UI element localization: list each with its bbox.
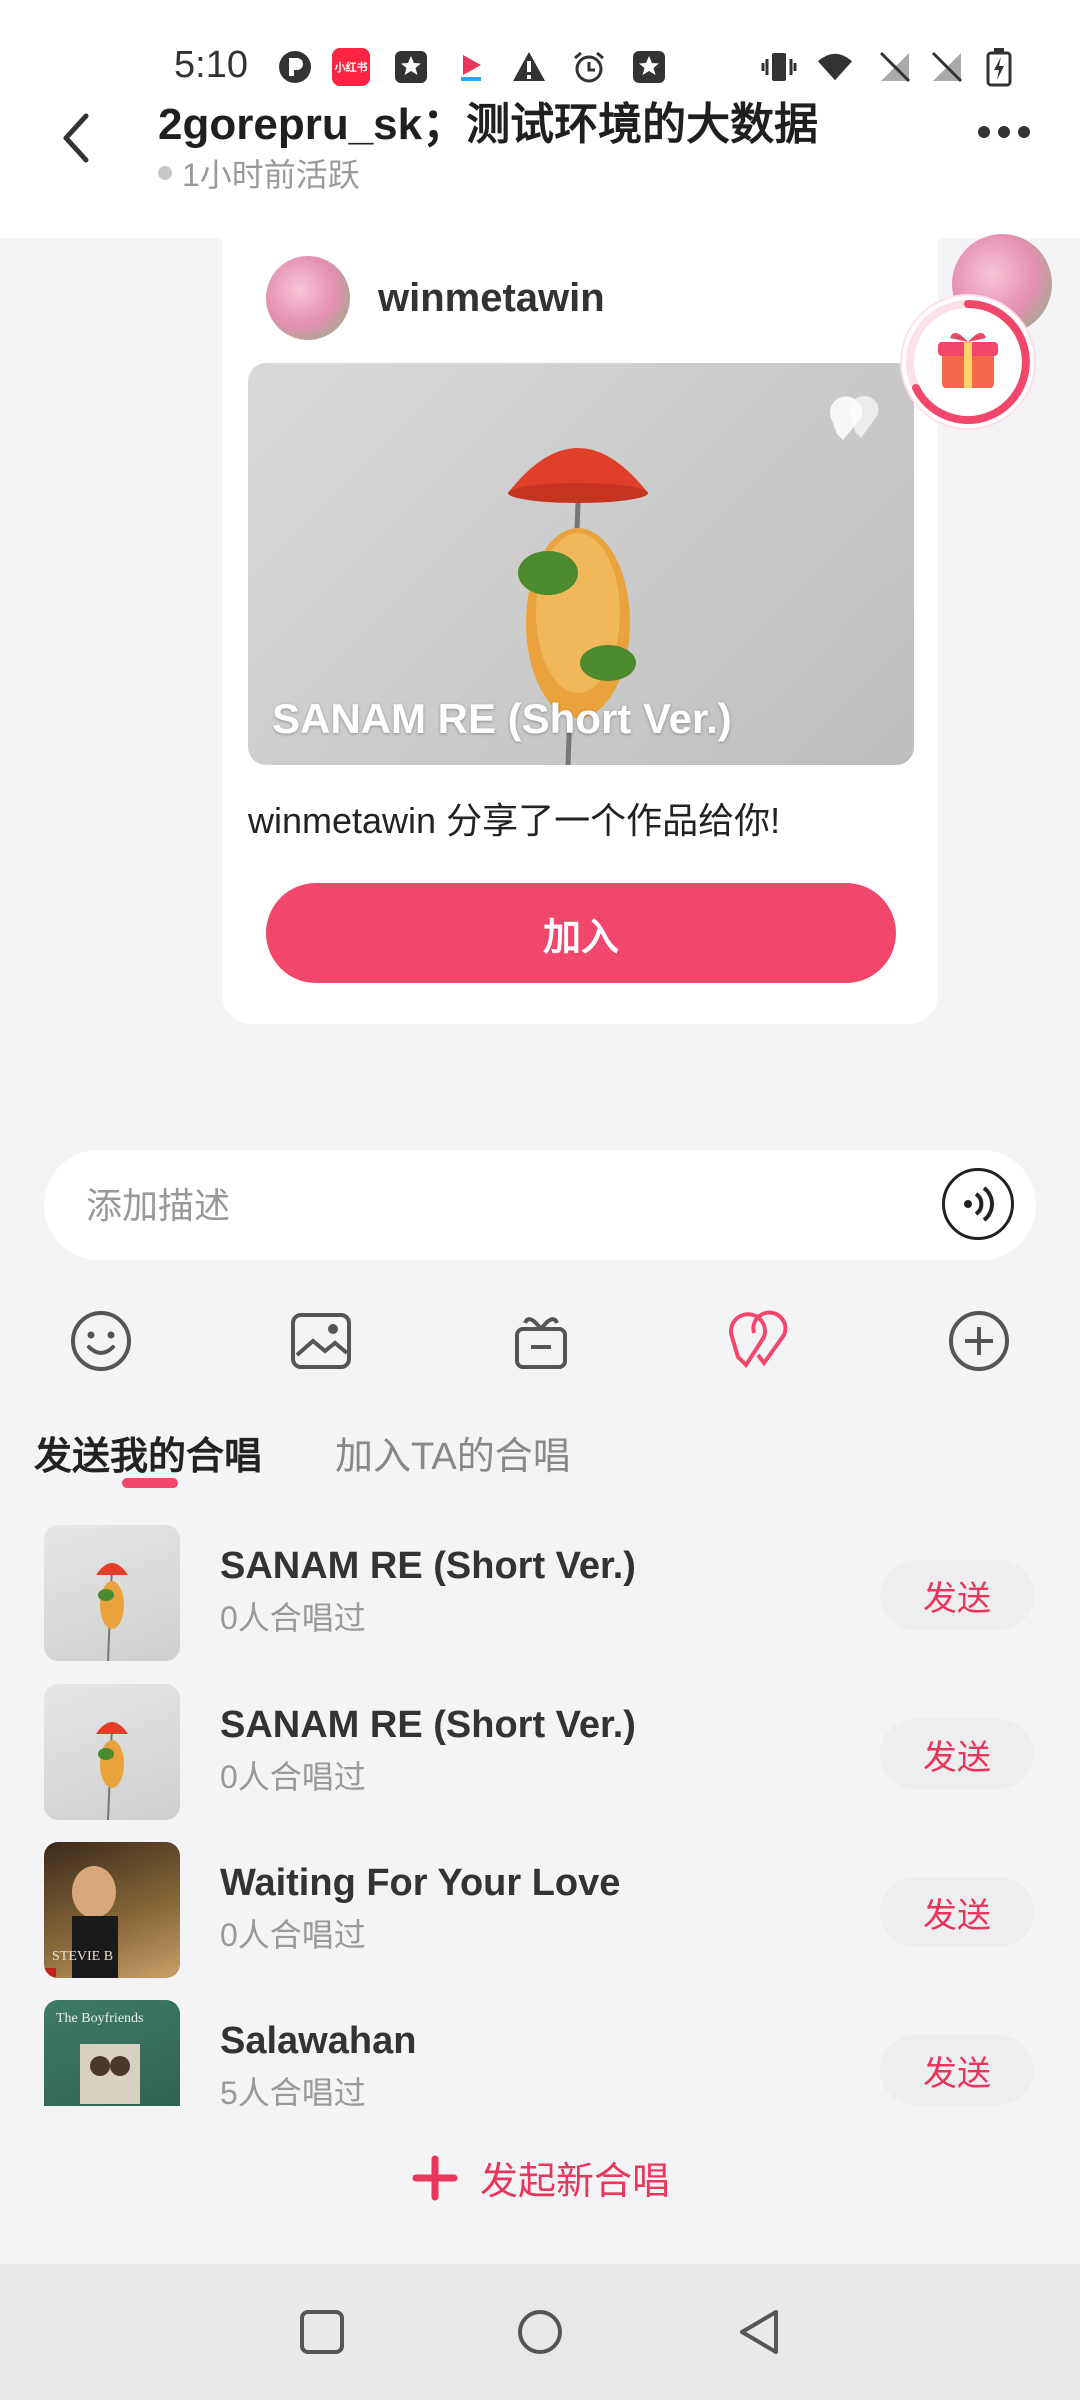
tomato-pasta-thumb — [96, 1563, 128, 1661]
status-dot — [158, 166, 172, 180]
more-dot-icon — [998, 126, 1010, 138]
song-title: SANAM RE (Short Ver.) — [220, 1704, 636, 1746]
sound-wave-icon — [964, 1186, 994, 1222]
song-title: SANAM RE (Short Ver.) — [220, 1545, 636, 1587]
send-button[interactable]: 发送 — [880, 2035, 1034, 2105]
song-thumbnail[interactable] — [44, 1684, 180, 1820]
chevron-left-icon — [63, 113, 89, 163]
bilibili-like-icon — [452, 48, 490, 86]
chorus-tool-button[interactable] — [724, 1306, 794, 1376]
no-sim-icon — [876, 48, 914, 86]
song-title: Waiting For Your Love — [220, 1862, 621, 1904]
gift-tool-button[interactable] — [506, 1306, 576, 1376]
image-icon — [291, 1313, 351, 1369]
start-new-chorus-label: 发起新合唱 — [480, 2161, 671, 2203]
song-title: Salawahan — [220, 2020, 417, 2062]
description-input[interactable] — [84, 1150, 888, 1262]
plus-icon — [949, 1311, 1009, 1371]
star-badge-icon — [630, 48, 668, 86]
alarm-icon — [570, 48, 608, 86]
more-dot-icon — [1018, 126, 1030, 138]
recents-button[interactable] — [294, 2304, 350, 2360]
gift-button[interactable] — [902, 296, 1034, 428]
tomato-pasta-thumb — [96, 1722, 128, 1820]
sender-username: winmetawin — [378, 276, 605, 320]
list-item: SANAM RE (Short Ver.) 0人合唱过 发送 — [0, 1684, 1080, 1822]
send-button[interactable]: 发送 — [880, 1560, 1034, 1630]
chorus-icon — [729, 1310, 788, 1369]
status-time: 5:10 — [174, 44, 248, 86]
wifi-icon — [816, 48, 854, 86]
p-icon — [276, 48, 314, 86]
chorus-count: 0人合唱过 — [220, 1917, 366, 1953]
active-status-text: 1小时前活跃 — [182, 157, 360, 193]
join-button[interactable]: 加入 — [266, 883, 896, 983]
battery-charging-icon — [980, 48, 1018, 87]
gift-ring-icon — [906, 300, 1030, 424]
gift-icon — [515, 1317, 567, 1369]
more-options-button[interactable] — [978, 122, 1038, 142]
chat-title: 2gorepru_sk；测试环境的大数据 — [158, 100, 819, 149]
no-sim-icon — [928, 48, 966, 86]
warning-icon — [510, 48, 548, 86]
send-button[interactable]: 发送 — [880, 1719, 1034, 1789]
plus-icon — [412, 2155, 458, 2200]
circle-icon — [518, 2310, 562, 2354]
triangle-back-icon — [740, 2310, 778, 2354]
star-badge-icon — [392, 48, 430, 86]
image-button[interactable] — [286, 1306, 356, 1376]
tab-join-their-chorus[interactable]: 加入TA的合唱 — [335, 1425, 571, 1480]
list-item: SANAM RE (Short Ver.) 0人合唱过 发送 — [0, 1525, 1080, 1663]
emoji-icon — [71, 1311, 131, 1371]
start-new-chorus-button[interactable]: 发起新合唱 — [412, 2150, 670, 2205]
svg-text:The Boyfriends: The Boyfriends — [56, 2011, 143, 2026]
song-thumbnail[interactable] — [44, 1525, 180, 1661]
vibrate-icon — [760, 48, 798, 86]
back-nav-button[interactable] — [732, 2304, 788, 2360]
back-button[interactable] — [52, 108, 102, 168]
square-icon — [300, 2310, 344, 2354]
send-button[interactable]: 发送 — [880, 1877, 1034, 1947]
sender-avatar[interactable] — [266, 256, 350, 340]
tab-send-my-chorus[interactable]: 发送我的合唱 — [34, 1425, 262, 1480]
emoji-button[interactable] — [66, 1306, 136, 1376]
work-title: SANAM RE (Short Ver.) — [272, 695, 732, 742]
more-dot-icon — [978, 126, 990, 138]
voice-input-button[interactable] — [942, 1168, 1014, 1240]
home-button[interactable] — [512, 2304, 568, 2360]
chorus-count: 0人合唱过 — [220, 1600, 366, 1636]
list-item: STEVIE B Waiting For Your Love 0人合唱过 发送 — [0, 1842, 1080, 1980]
stevie-b-album-art: STEVIE B — [44, 1866, 118, 1978]
chorus-count: 0人合唱过 — [220, 1759, 366, 1795]
xiaohongshu-icon: 小红书 — [332, 48, 370, 86]
chorus-icon — [823, 394, 887, 446]
share-message: winmetawin 分享了一个作品给你! — [248, 800, 781, 841]
more-tools-button[interactable] — [944, 1306, 1014, 1376]
active-status: 1小时前活跃 — [158, 150, 360, 196]
active-tab-indicator — [122, 1478, 178, 1488]
song-thumbnail[interactable]: STEVIE B — [44, 1842, 180, 1978]
svg-text:STEVIE B: STEVIE B — [52, 1949, 113, 1964]
